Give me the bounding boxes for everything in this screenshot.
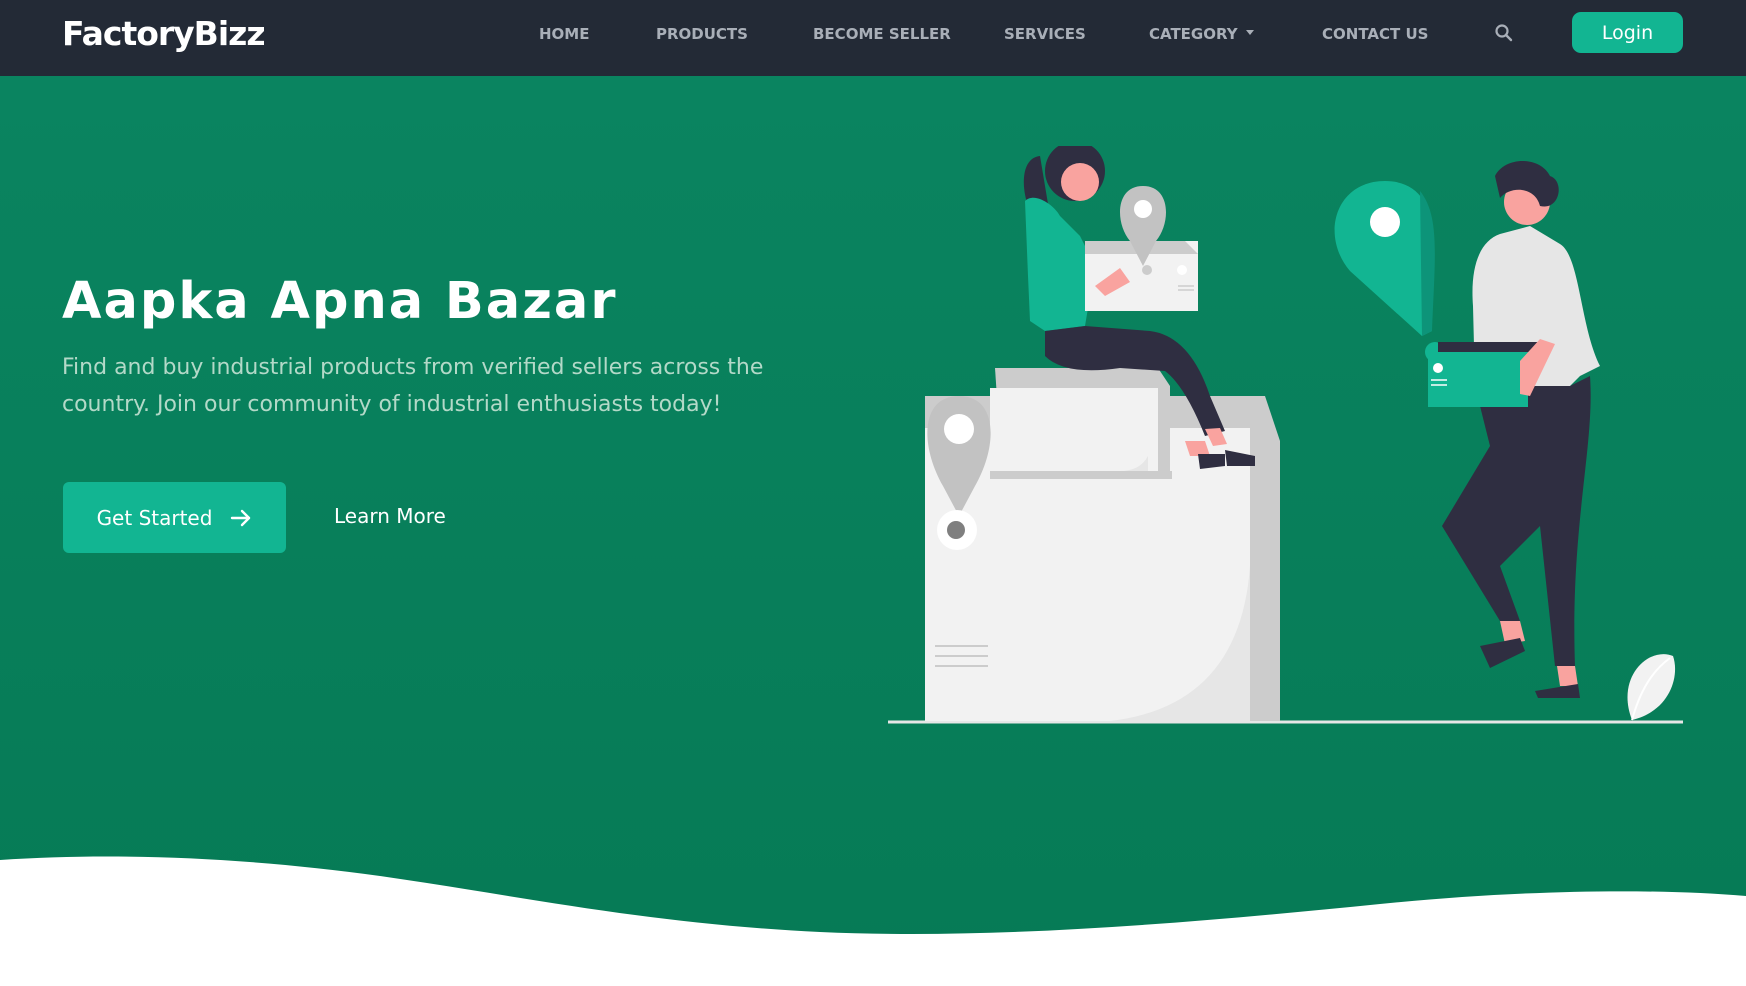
hero-illustration bbox=[888, 146, 1683, 724]
caret-down-icon bbox=[1245, 30, 1254, 35]
nav-link-become-seller[interactable]: BECOME SELLER bbox=[813, 25, 951, 43]
man-figure bbox=[1428, 161, 1600, 698]
get-started-button[interactable]: Get Started bbox=[63, 482, 286, 553]
get-started-label: Get Started bbox=[96, 505, 213, 530]
nav-link-home[interactable]: HOME bbox=[539, 25, 589, 43]
map-pin-teal-icon bbox=[1334, 181, 1445, 362]
search-icon[interactable] bbox=[1494, 23, 1514, 43]
medium-box-icon bbox=[990, 368, 1172, 479]
hero-section: Aapka Apna Bazar Find and buy industrial… bbox=[0, 76, 1746, 986]
login-button[interactable]: Login bbox=[1572, 12, 1683, 53]
navbar: FactoryBizz HOME PRODUCTS BECOME SELLER … bbox=[0, 0, 1746, 76]
learn-more-link[interactable]: Learn More bbox=[334, 504, 446, 528]
brand-logo[interactable]: FactoryBizz bbox=[62, 14, 266, 53]
nav-link-contact-us[interactable]: CONTACT US bbox=[1322, 25, 1428, 43]
leaf-icon bbox=[1627, 654, 1676, 721]
nav-dropdown-category[interactable]: CATEGORY bbox=[1149, 25, 1254, 43]
nav-category-label: CATEGORY bbox=[1149, 25, 1238, 43]
hero-title: Aapka Apna Bazar bbox=[62, 272, 618, 331]
nav-link-services[interactable]: SERVICES bbox=[1004, 25, 1086, 43]
hero-subtitle: Find and buy industrial products from ve… bbox=[62, 355, 764, 417]
bottom-wave bbox=[0, 856, 1746, 986]
arrow-right-icon bbox=[231, 509, 251, 526]
nav-link-products[interactable]: PRODUCTS bbox=[656, 25, 748, 43]
